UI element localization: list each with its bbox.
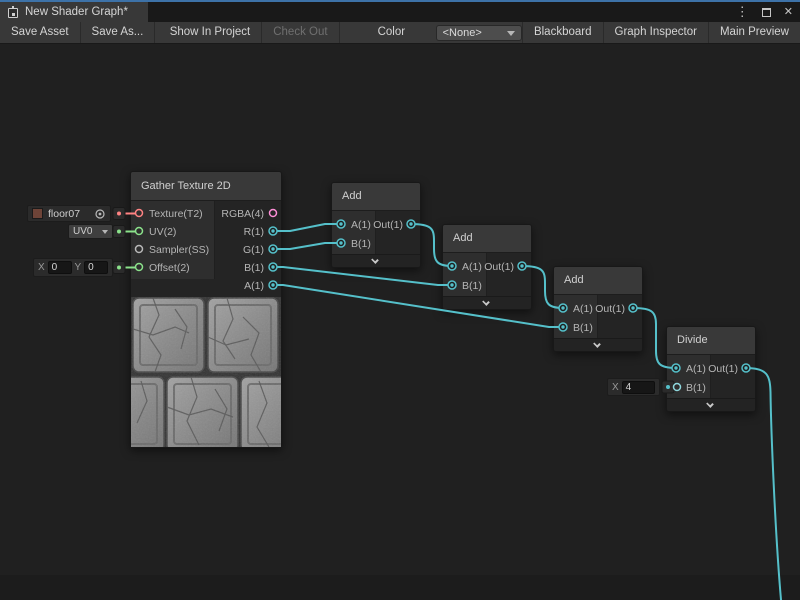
chevron-down-icon — [102, 230, 108, 234]
toolbar: Save Asset Save As... Show In Project Ch… — [0, 22, 800, 44]
port-label-a: A(1) — [554, 300, 597, 319]
blackboard-toggle-button[interactable]: Blackboard — [522, 22, 603, 43]
node-title-bar[interactable]: Add — [332, 183, 420, 211]
divide-b-input[interactable]: 4 — [622, 381, 655, 394]
add3-input-column: A(1) B(1) — [554, 295, 598, 338]
show-in-project-button[interactable]: Show In Project — [159, 22, 263, 43]
port-label-out: Out(1) — [708, 360, 738, 379]
chevron-down-icon — [706, 400, 714, 408]
node-collapse-bar[interactable] — [667, 398, 755, 411]
offset-y-input[interactable]: 0 — [84, 261, 108, 274]
node-collapse-bar[interactable] — [443, 296, 531, 309]
save-asset-button[interactable]: Save Asset — [0, 22, 81, 43]
graph-inspector-toggle-button[interactable]: Graph Inspector — [603, 22, 708, 43]
titlebar: New Shader Graph* ⋮ ✕ — [0, 2, 800, 22]
add1-port-area: A(1) B(1) Out(1) — [332, 211, 420, 254]
add2-port-area: A(1) B(1) Out(1) — [443, 253, 531, 296]
texture-object-field[interactable]: floor07 — [27, 205, 111, 222]
gather-output-column: RGBA(4) R(1) G(1) B(1) A(1) — [213, 201, 281, 295]
port-label-out: Out(1) — [595, 300, 625, 319]
add1-input-column: A(1) B(1) — [332, 211, 376, 254]
divide-port-area: A(1) B(1) Out(1) — [667, 355, 755, 398]
node-add-2[interactable]: Add A(1) B(1) Out(1) — [442, 224, 532, 310]
gather-input-column: Texture(T2) UV(2) Sampler(SS) Offset(2) — [131, 201, 215, 279]
shader-graph-window: New Shader Graph* ⋮ ✕ Save Asset Save As… — [0, 0, 800, 600]
main-preview-toggle-button[interactable]: Main Preview — [708, 22, 800, 43]
shader-graph-icon — [7, 6, 19, 18]
port-label-a: A(1) — [213, 277, 281, 295]
node-gather-texture-2d[interactable]: Gather Texture 2D Texture(T2) UV(2) Samp… — [130, 171, 282, 448]
node-add-1[interactable]: Add A(1) B(1) Out(1) — [331, 182, 421, 268]
chevron-down-icon — [482, 298, 490, 306]
port-label-b: B(1) — [332, 235, 375, 254]
divide-input-column: A(1) B(1) — [667, 355, 711, 398]
graph-canvas[interactable] — [0, 44, 800, 600]
port-label-out: Out(1) — [373, 216, 403, 235]
port-label-out: Out(1) — [484, 258, 514, 277]
port-label-b: B(1) — [443, 277, 486, 296]
texture-swatch — [32, 208, 43, 219]
canvas-bottom-band — [0, 575, 800, 600]
uv-channel-value: UV0 — [73, 226, 102, 237]
divide-b-x-label: X — [612, 382, 619, 393]
chevron-down-icon — [593, 340, 601, 348]
port-label-rgba: RGBA(4) — [213, 205, 281, 223]
port-label-uv: UV(2) — [131, 223, 214, 241]
tab-new-shader-graph[interactable]: New Shader Graph* — [0, 2, 148, 22]
add2-input-column: A(1) B(1) — [443, 253, 487, 296]
add3-port-area: A(1) B(1) Out(1) — [554, 295, 642, 338]
window-menu-icon[interactable]: ⋮ — [736, 3, 749, 21]
texture-preview — [131, 297, 281, 447]
port-label-b: B(1) — [213, 259, 281, 277]
window-controls: ⋮ ✕ — [736, 3, 793, 21]
color-mode-label: Color Mode — [370, 22, 436, 43]
divide-b-default-field[interactable]: X 4 — [607, 378, 660, 396]
close-icon[interactable]: ✕ — [784, 3, 793, 21]
port-label-a: A(1) — [332, 216, 375, 235]
node-title-bar[interactable]: Gather Texture 2D — [131, 172, 281, 201]
port-label-a: A(1) — [667, 360, 710, 379]
port-label-r: R(1) — [213, 223, 281, 241]
offset-x-input[interactable]: 0 — [48, 261, 72, 274]
port-label-sampler: Sampler(SS) — [131, 241, 214, 259]
gather-port-area: Texture(T2) UV(2) Sampler(SS) Offset(2) … — [131, 201, 281, 297]
color-mode-value: <None> — [443, 27, 507, 39]
toolbar-right-group: Blackboard Graph Inspector Main Preview — [522, 22, 800, 43]
node-divide[interactable]: Divide A(1) B(1) Out(1) — [666, 326, 756, 412]
port-label-a: A(1) — [443, 258, 486, 277]
node-collapse-bar[interactable] — [554, 338, 642, 351]
port-label-g: G(1) — [213, 241, 281, 259]
port-label-b: B(1) — [667, 379, 710, 398]
object-picker-icon[interactable] — [94, 208, 106, 220]
offset-vector2-field[interactable]: X 0 Y 0 — [33, 258, 113, 277]
node-collapse-bar[interactable] — [332, 254, 420, 267]
port-label-texture: Texture(T2) — [131, 205, 214, 223]
chevron-down-icon — [507, 31, 515, 36]
texture-name: floor07 — [48, 208, 94, 220]
chevron-down-icon — [371, 256, 379, 264]
node-title-bar[interactable]: Divide — [667, 327, 755, 355]
offset-y-label: Y — [75, 262, 82, 273]
port-label-b: B(1) — [554, 319, 597, 338]
offset-x-label: X — [38, 262, 45, 273]
node-title-bar[interactable]: Add — [554, 267, 642, 295]
color-mode-dropdown[interactable]: <None> — [436, 25, 522, 41]
node-title-bar[interactable]: Add — [443, 225, 531, 253]
port-label-offset: Offset(2) — [131, 259, 214, 277]
save-as-button[interactable]: Save As... — [81, 22, 156, 43]
tab-title: New Shader Graph* — [25, 6, 128, 18]
check-out-button: Check Out — [262, 22, 339, 43]
uv-channel-dropdown[interactable]: UV0 — [68, 224, 113, 239]
node-add-3[interactable]: Add A(1) B(1) Out(1) — [553, 266, 643, 352]
maximize-icon[interactable] — [762, 8, 771, 17]
